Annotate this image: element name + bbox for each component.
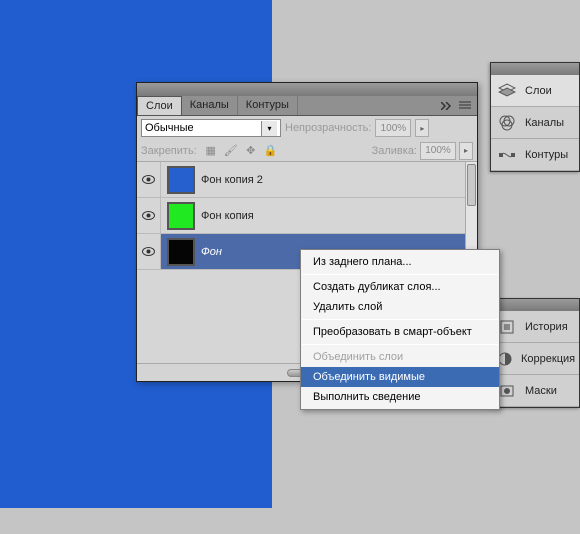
dock-tab-masks[interactable]: Маски xyxy=(491,375,579,407)
dock-panel-1: Слои Каналы Контуры xyxy=(490,62,580,174)
panel-tabs: Слои Каналы Контуры xyxy=(137,96,477,116)
ctx-duplicate-layer[interactable]: Создать дубликат слоя... xyxy=(301,277,499,297)
separator xyxy=(302,319,498,320)
blend-mode-value: Обычные xyxy=(145,122,194,134)
layers-icon xyxy=(497,81,517,101)
layer-context-menu: Из заднего плана... Создать дубликат сло… xyxy=(300,249,500,410)
fill-flyout-button[interactable]: ▸ xyxy=(459,142,473,160)
eye-icon xyxy=(142,211,155,220)
visibility-toggle[interactable] xyxy=(137,198,161,233)
dock-panel-2: История Коррекция Маски xyxy=(490,298,580,410)
ctx-from-background[interactable]: Из заднего плана... xyxy=(301,252,499,272)
lock-label: Закрепить: xyxy=(141,145,197,157)
fill-label: Заливка: xyxy=(372,145,417,157)
dock-label: Маски xyxy=(525,385,557,397)
tab-layers[interactable]: Слои xyxy=(137,96,182,115)
visibility-toggle[interactable] xyxy=(137,162,161,197)
ctx-merge-layers: Объединить слои xyxy=(301,347,499,367)
layer-row[interactable]: Фон копия 2 xyxy=(137,162,477,198)
dock-tab-correction[interactable]: Коррекция xyxy=(491,343,579,375)
dock-titlebar[interactable] xyxy=(491,299,579,311)
layer-thumbnail[interactable] xyxy=(167,166,195,194)
dock-label: Контуры xyxy=(525,149,568,161)
history-icon xyxy=(497,317,517,337)
ctx-delete-layer[interactable]: Удалить слой xyxy=(301,297,499,317)
ctx-convert-smart-object[interactable]: Преобразовать в смарт-объект xyxy=(301,322,499,342)
tab-paths[interactable]: Контуры xyxy=(238,96,298,115)
channels-icon xyxy=(497,113,517,133)
tab-channels[interactable]: Каналы xyxy=(182,96,238,115)
lock-row: Закрепить: ▦ 🖌 ✥ 🔒 Заливка: 100% ▸ xyxy=(137,140,477,162)
blend-opacity-row: Обычные ▾ Непрозрачность: 100% ▸ xyxy=(137,116,477,140)
visibility-toggle[interactable] xyxy=(137,234,161,269)
dock-label: История xyxy=(525,321,568,333)
dock-tab-paths[interactable]: Контуры xyxy=(491,139,579,171)
panel-titlebar[interactable] xyxy=(137,83,477,96)
paths-icon xyxy=(497,145,517,165)
ctx-flatten[interactable]: Выполнить сведение xyxy=(301,387,499,407)
dock-tab-history[interactable]: История xyxy=(491,311,579,343)
blend-mode-select[interactable]: Обычные ▾ xyxy=(141,119,281,137)
lock-pixels-icon[interactable]: 🖌 xyxy=(223,143,239,159)
dock-titlebar[interactable] xyxy=(491,63,579,75)
dock-label: Слои xyxy=(525,85,552,97)
chevron-down-icon: ▾ xyxy=(261,121,277,136)
layer-name[interactable]: Фон копия xyxy=(201,210,254,222)
masks-icon xyxy=(497,381,517,401)
layer-row[interactable]: Фон копия xyxy=(137,198,477,234)
ctx-merge-visible[interactable]: Объединить видимые xyxy=(301,367,499,387)
lock-position-icon[interactable]: ✥ xyxy=(243,143,259,159)
eye-icon xyxy=(142,247,155,256)
opacity-value[interactable]: 100% xyxy=(375,119,411,137)
dock-tab-channels[interactable]: Каналы xyxy=(491,107,579,139)
dock-label: Коррекция xyxy=(521,353,575,365)
separator xyxy=(302,344,498,345)
panel-menu-icon[interactable] xyxy=(459,101,471,111)
scrollbar-thumb[interactable] xyxy=(467,164,476,206)
lock-transparency-icon[interactable]: ▦ xyxy=(203,143,219,159)
lock-all-icon[interactable]: 🔒 xyxy=(263,143,279,159)
layer-name[interactable]: Фон xyxy=(201,246,222,258)
dock-label: Каналы xyxy=(525,117,564,129)
dock-tab-layers[interactable]: Слои xyxy=(491,75,579,107)
layer-thumbnail[interactable] xyxy=(167,202,195,230)
opacity-label: Непрозрачность: xyxy=(285,122,371,134)
layer-name[interactable]: Фон копия 2 xyxy=(201,174,263,186)
opacity-flyout-button[interactable]: ▸ xyxy=(415,119,429,137)
panel-collapse-icon[interactable] xyxy=(441,102,453,110)
separator xyxy=(302,274,498,275)
fill-value[interactable]: 100% xyxy=(420,142,456,160)
layer-thumbnail[interactable] xyxy=(167,238,195,266)
eye-icon xyxy=(142,175,155,184)
